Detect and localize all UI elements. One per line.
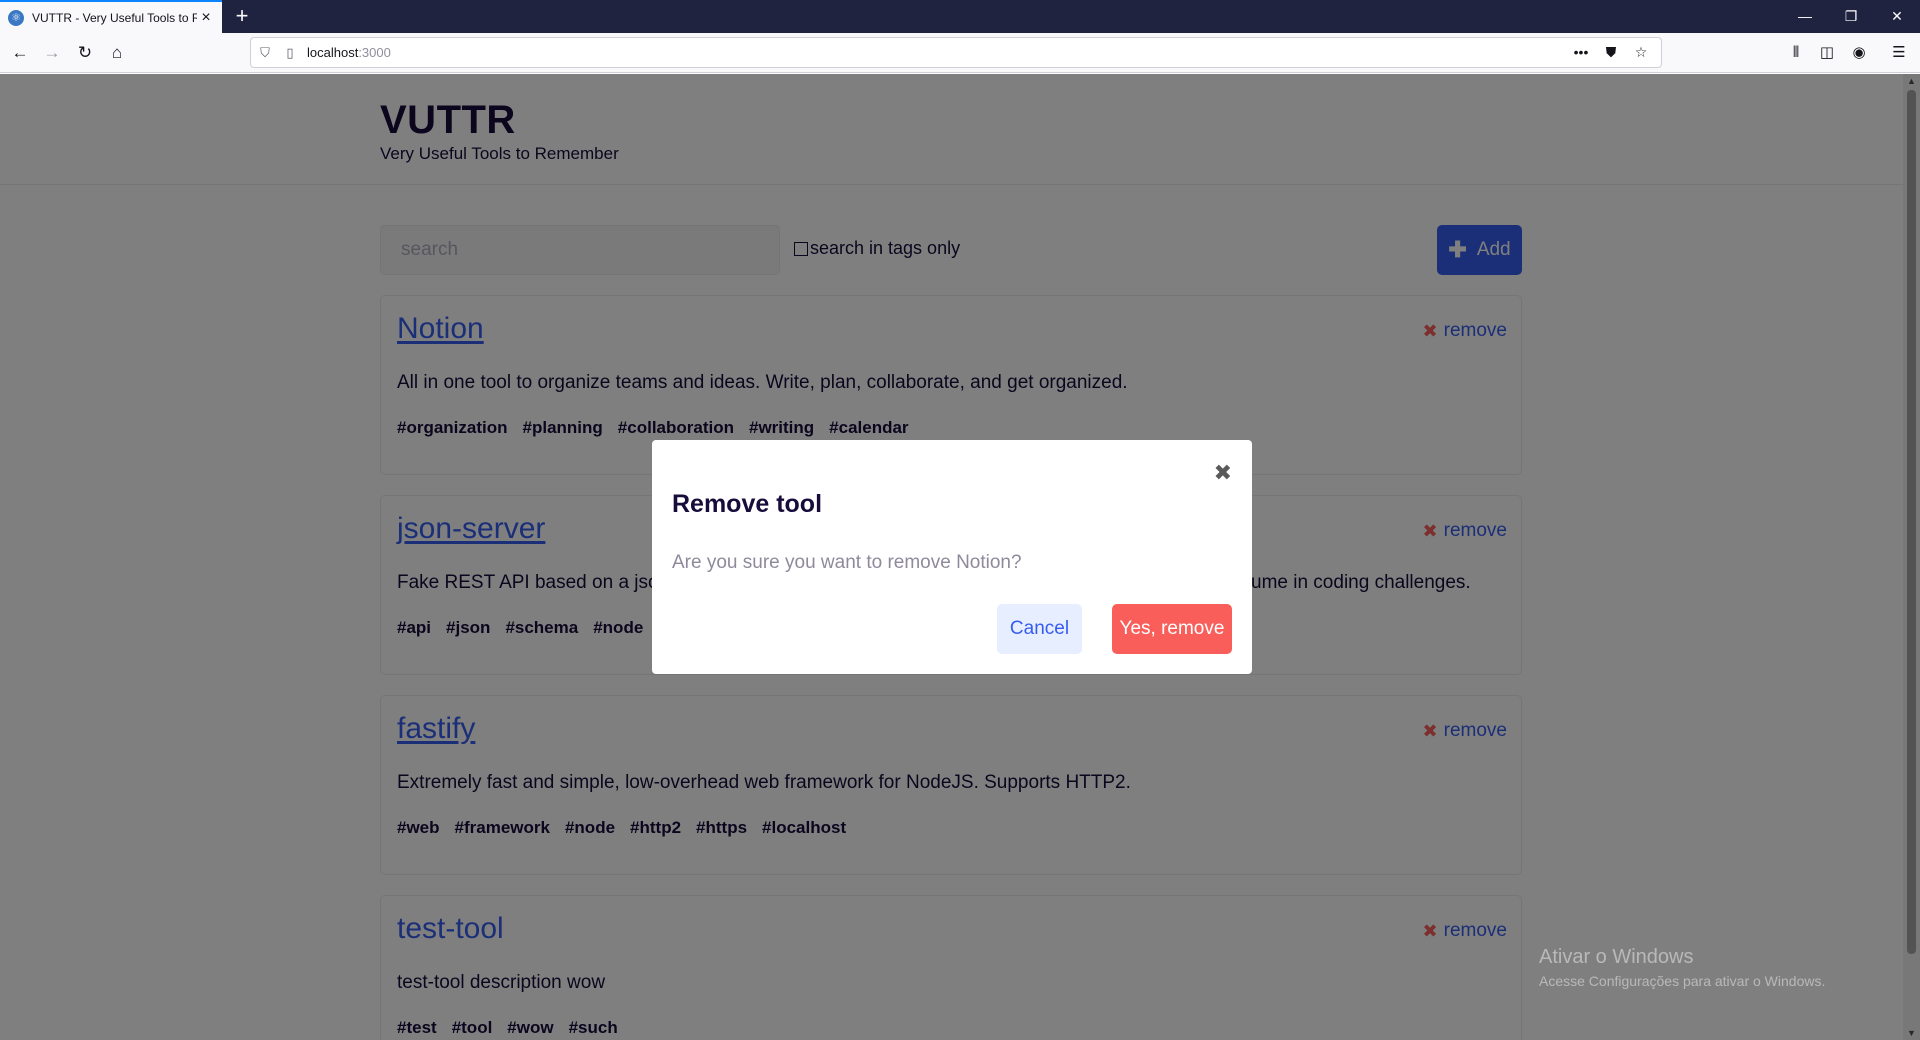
watermark-title: Ativar o Windows (1539, 946, 1694, 968)
home-icon[interactable]: ⌂ (104, 40, 130, 66)
forward-icon[interactable]: → (39, 40, 65, 66)
tab-close-icon[interactable]: × (198, 9, 214, 27)
modal-message: Are you sure you want to remove Notion? (672, 552, 1022, 573)
reload-icon[interactable]: ↻ (72, 40, 98, 66)
remove-tool-modal: ✖ Remove tool Are you sure you want to r… (652, 440, 1252, 674)
modal-title: Remove tool (672, 490, 823, 518)
new-tab-button[interactable]: + (230, 4, 254, 28)
close-window-icon[interactable]: ✕ (1874, 0, 1920, 33)
cancel-button[interactable]: Cancel (997, 604, 1082, 654)
url-text: localhost:3000 (307, 45, 391, 60)
page-actions-icon[interactable]: ••• (1569, 44, 1593, 61)
page-info-icon[interactable]: ▯ (279, 45, 301, 61)
react-favicon-icon: ⚛ (8, 9, 24, 26)
browser-tab[interactable]: ⚛ VUTTR - Very Useful Tools to Re × (0, 0, 222, 33)
sidebar-icon[interactable]: ◫ (1815, 41, 1839, 65)
confirm-remove-button[interactable]: Yes, remove (1112, 604, 1232, 654)
tab-title: VUTTR - Very Useful Tools to Re (32, 10, 197, 25)
tracking-shield-icon[interactable]: ⛉ (251, 45, 279, 61)
pocket-icon[interactable]: ⛊ (1599, 44, 1623, 61)
url-bar[interactable]: ⛉ ▯ localhost:3000 ••• ⛊ ☆ (250, 37, 1662, 68)
bookmark-star-icon[interactable]: ☆ (1629, 44, 1653, 61)
minimize-window-icon[interactable]: — (1782, 0, 1828, 33)
restore-window-icon[interactable]: ❐ (1828, 0, 1874, 33)
browser-tab-bar: ⚛ VUTTR - Very Useful Tools to Re × + — … (0, 0, 1920, 33)
windows-activation-watermark: Ativar o Windows Acesse Configurações pa… (1539, 946, 1825, 989)
watermark-subtitle: Acesse Configurações para ativar o Windo… (1539, 973, 1826, 989)
account-icon[interactable]: ◉ (1847, 41, 1871, 65)
library-icon[interactable]: ⫴ (1784, 41, 1808, 65)
back-icon[interactable]: ← (7, 40, 33, 66)
close-icon[interactable]: ✖ (1214, 462, 1232, 484)
menu-icon[interactable]: ☰ (1887, 41, 1911, 65)
browser-nav-bar: ← → ↻ ⌂ ⛉ ▯ localhost:3000 ••• ⛊ ☆ ⫴ ◫ ◉… (0, 33, 1920, 73)
